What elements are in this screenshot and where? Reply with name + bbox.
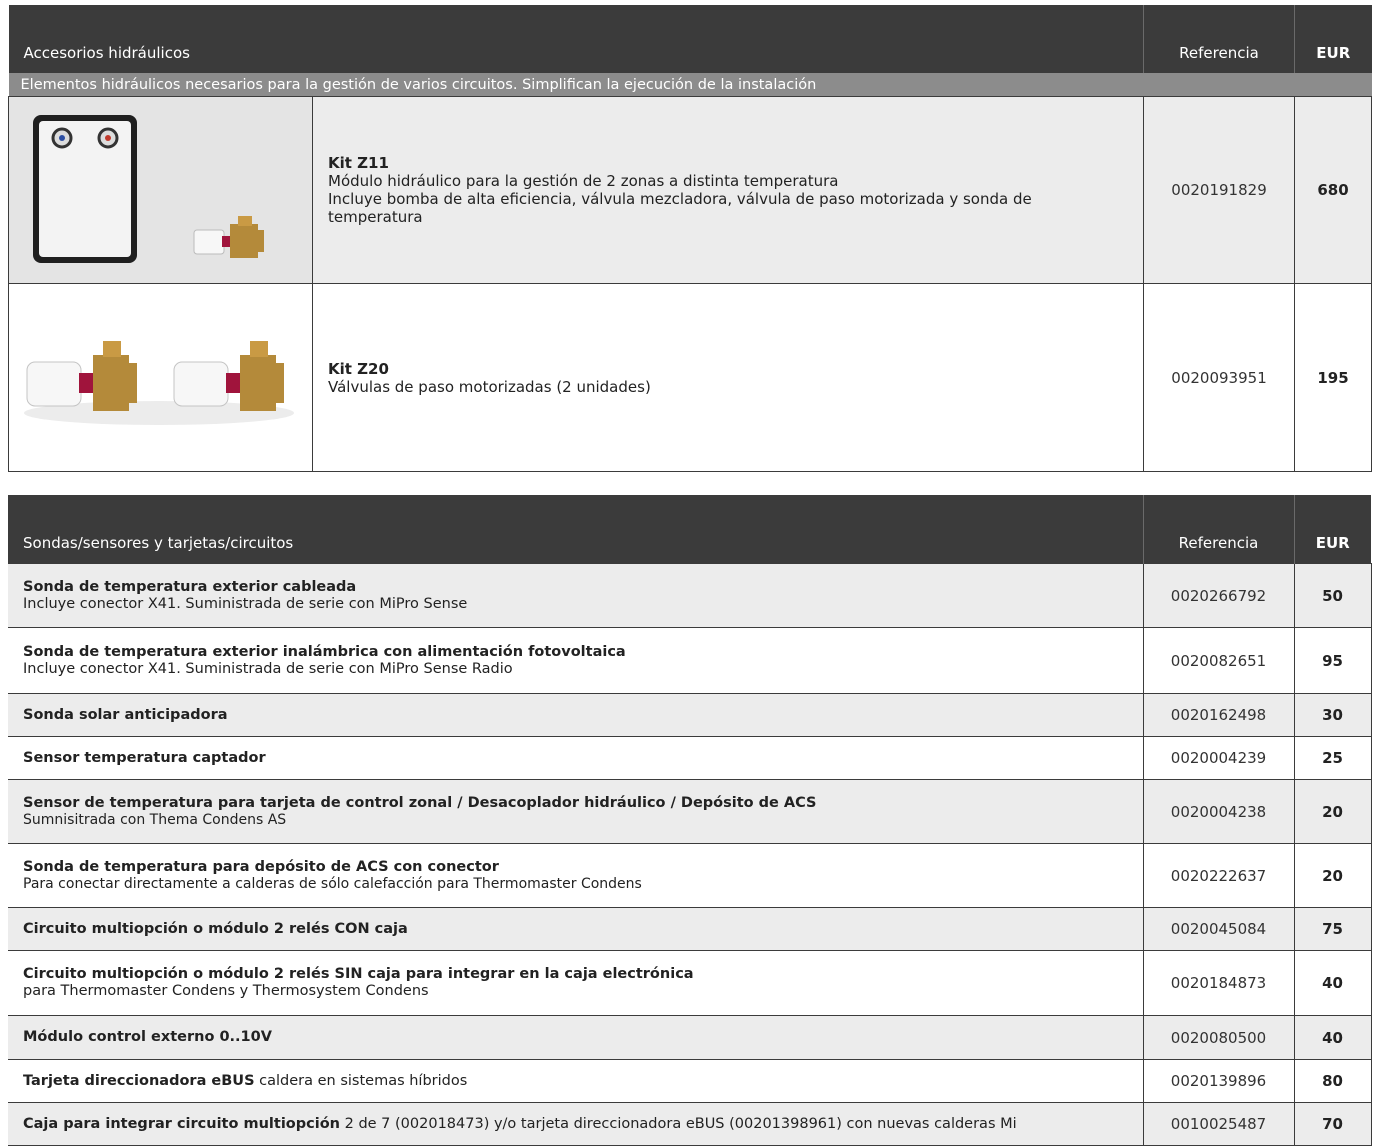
table-row: Caja para integrar circuito multiopción … (8, 1102, 1372, 1146)
row-description: Tarjeta direccionadora eBUS caldera en s… (8, 1059, 1144, 1103)
row-detail: Para conectar directamente a calderas de… (23, 875, 642, 892)
row-detail: Incluye conector X41. Suministrada de se… (23, 595, 468, 612)
table-row: Circuito multiopción o módulo 2 relés SI… (8, 950, 1372, 1016)
row-detail: 2 de 7 (002018473) y/o tarjeta direccion… (340, 1115, 1017, 1132)
row-title: Caja para integrar circuito multiopción (23, 1115, 340, 1132)
row-price: 30 (1294, 693, 1372, 737)
row-price: 80 (1294, 1059, 1372, 1103)
row-detail: Sumnisitrada con Thema Condens AS (23, 811, 287, 828)
row-reference: 0020004238 (1143, 779, 1295, 844)
table-header: Accesorios hidráulicos Referencia EUR (8, 5, 1372, 73)
row-detail: Incluye conector X41. Suministrada de se… (23, 660, 513, 677)
row-description: Circuito multiopción o módulo 2 relés SI… (8, 950, 1144, 1016)
row-price: 70 (1294, 1102, 1372, 1146)
row-description: Sonda de temperatura exterior inalámbric… (8, 627, 1144, 694)
row-description: Sensor temperatura captador (8, 736, 1144, 780)
row-reference: 0020222637 (1143, 843, 1295, 908)
kit-z20-image (8, 283, 313, 472)
kit-z11-image (8, 96, 313, 284)
sensors-cards-table: Sondas/sensores y tarjetas/circuitos Ref… (8, 495, 1372, 1146)
row-detail: para Thermomaster Condens y Thermosystem… (23, 983, 429, 999)
row-description: Caja para integrar circuito multiopción … (8, 1102, 1144, 1146)
product-price: 680 (1294, 96, 1373, 284)
product-line: Válvulas de paso motorizadas (2 unidades… (328, 377, 651, 396)
row-detail: caldera en sistemas híbridos (254, 1072, 468, 1089)
product-row: Kit Z11 Módulo hidráulico para la gestió… (8, 96, 1373, 284)
table-row: Circuito multiopción o módulo 2 relés CO… (8, 907, 1372, 951)
row-description: Sonda de temperatura exterior cableada I… (8, 563, 1144, 628)
table-row: Sensor de temperatura para tarjeta de co… (8, 779, 1372, 844)
column-header-eur: EUR (1294, 495, 1371, 564)
table-row: Sensor temperatura captador 0020004239 2… (8, 736, 1372, 780)
row-title: Sonda de temperatura para depósito de AC… (23, 858, 499, 875)
row-reference: 0020082651 (1143, 627, 1295, 694)
row-title: Sensor de temperatura para tarjeta de co… (23, 794, 817, 811)
row-title: Circuito multiopción o módulo 2 relés SI… (23, 966, 694, 982)
section-title: Accesorios hidráulicos (8, 5, 1145, 73)
product-line: Módulo hidráulico para la gestión de 2 z… (328, 172, 839, 190)
table-row: Módulo control externo 0..10V 0020080500… (8, 1015, 1372, 1060)
row-reference: 0010025487 (1143, 1102, 1295, 1146)
row-title: Módulo control externo 0..10V (23, 1029, 272, 1045)
product-reference: 0020191829 (1143, 96, 1296, 284)
row-reference: 0020004239 (1143, 736, 1295, 780)
row-price: 20 (1294, 843, 1372, 908)
row-price: 20 (1294, 779, 1372, 844)
section-title: Sondas/sensores y tarjetas/circuitos (8, 495, 1144, 564)
product-row: Kit Z20 Válvulas de paso motorizadas (2 … (8, 283, 1373, 472)
product-name: Kit Z20 (328, 359, 389, 378)
table-row: Sonda de temperatura para depósito de AC… (8, 843, 1372, 908)
product-description: Kit Z11 Módulo hidráulico para la gestió… (311, 96, 1145, 284)
row-price: 40 (1294, 950, 1372, 1016)
row-description: Circuito multiopción o módulo 2 relés CO… (8, 907, 1144, 951)
table-header: Sondas/sensores y tarjetas/circuitos Ref… (8, 495, 1371, 564)
subheader-text: Elementos hidráulicos necesarios para la… (8, 73, 1372, 97)
row-reference: 0020045084 (1143, 907, 1295, 951)
row-price: 95 (1294, 627, 1372, 694)
row-reference: 0020266792 (1143, 563, 1295, 628)
row-title: Sonda solar anticipadora (23, 706, 228, 723)
row-title: Sonda de temperatura exterior inalámbric… (23, 643, 626, 660)
row-reference: 0020080500 (1143, 1015, 1295, 1060)
row-description: Módulo control externo 0..10V (8, 1015, 1144, 1060)
row-price: 40 (1294, 1015, 1372, 1060)
column-header-reference: Referencia (1143, 5, 1296, 73)
product-line: Incluye bomba de alta eficiencia, válvul… (328, 190, 1032, 226)
row-title: Sonda de temperatura exterior cableada (23, 578, 357, 595)
product-price: 195 (1294, 283, 1373, 472)
table-row: Sonda solar anticipadora 0020162498 30 (8, 693, 1372, 737)
row-reference: 0020162498 (1143, 693, 1295, 737)
row-price: 25 (1294, 736, 1372, 780)
column-header-eur: EUR (1294, 5, 1372, 73)
table-row: Sonda de temperatura exterior inalámbric… (8, 627, 1372, 694)
row-description: Sonda solar anticipadora (8, 693, 1144, 737)
row-reference: 0020139896 (1143, 1059, 1295, 1103)
row-reference: 0020184873 (1143, 950, 1295, 1016)
row-title: Sensor temperatura captador (23, 749, 266, 766)
product-reference: 0020093951 (1143, 283, 1296, 472)
table-row: Tarjeta direccionadora eBUS caldera en s… (8, 1059, 1372, 1103)
product-name: Kit Z11 (328, 154, 389, 172)
section-subheader: Elementos hidráulicos necesarios para la… (8, 73, 1372, 97)
product-description: Kit Z20 Válvulas de paso motorizadas (2 … (311, 283, 1145, 472)
row-description: Sonda de temperatura para depósito de AC… (8, 843, 1144, 908)
row-price: 75 (1294, 907, 1372, 951)
row-description: Sensor de temperatura para tarjeta de co… (8, 779, 1144, 844)
row-title: Circuito multiopción o módulo 2 relés CO… (23, 920, 408, 937)
row-title: Tarjeta direccionadora eBUS (23, 1072, 255, 1089)
hydraulic-accessories-table: Accesorios hidráulicos Referencia EUR El… (8, 5, 1373, 472)
row-price: 50 (1294, 563, 1372, 628)
table-row: Sonda de temperatura exterior cableada I… (8, 563, 1372, 628)
column-header-reference: Referencia (1143, 495, 1295, 564)
